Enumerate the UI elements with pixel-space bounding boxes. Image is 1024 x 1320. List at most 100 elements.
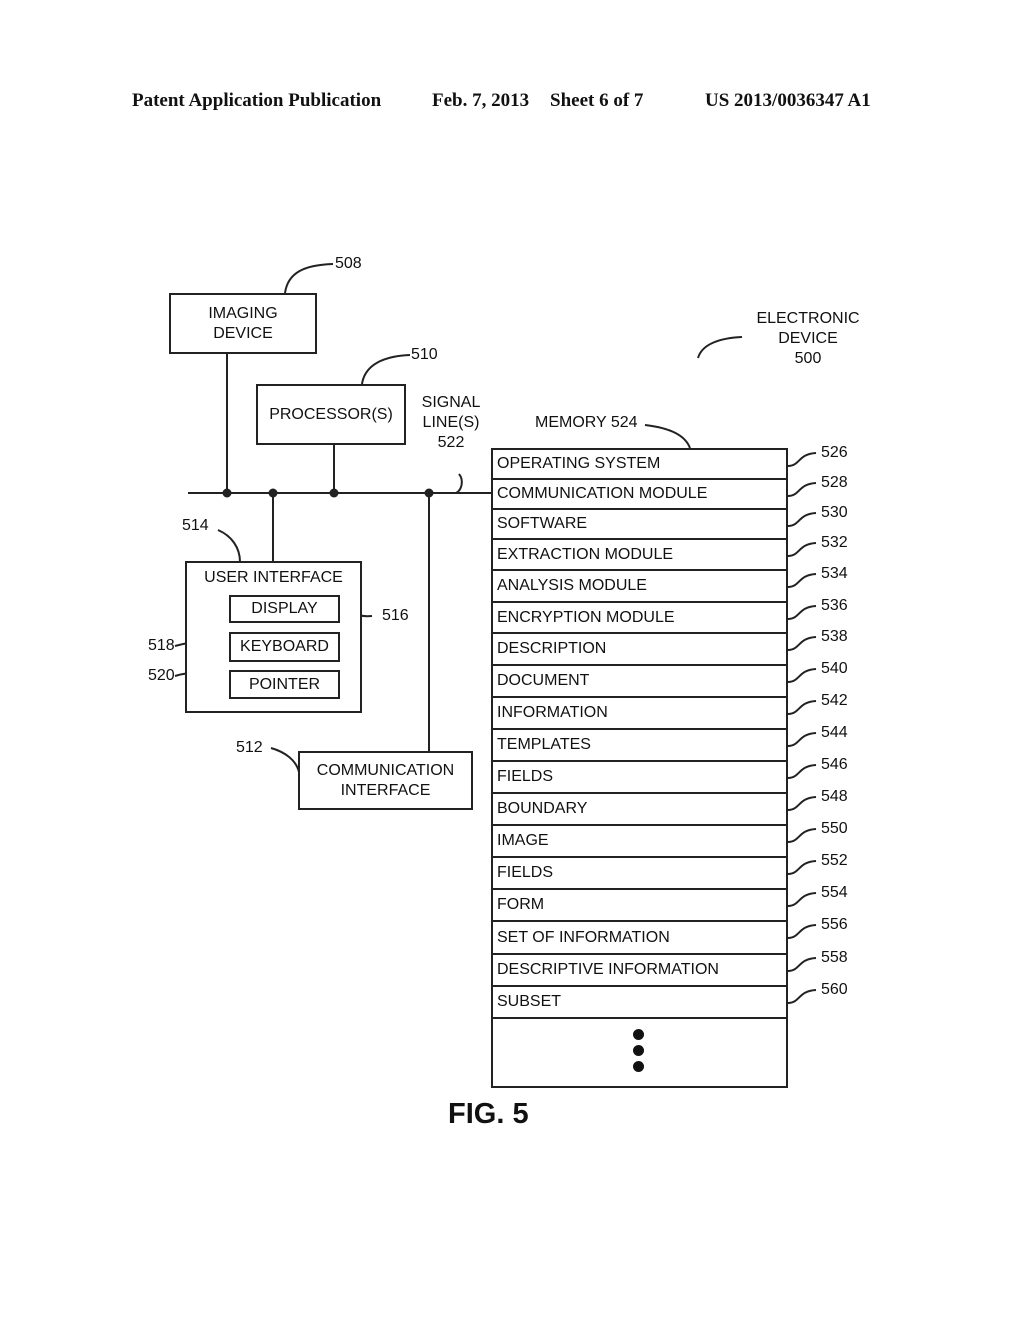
memory-row-ref: 536	[821, 597, 848, 614]
memory-row: FIELDS	[493, 762, 786, 794]
memory-row-ref: 558	[821, 949, 848, 966]
memory-row-label: DESCRIPTION	[497, 640, 607, 657]
ref-522: 522	[437, 434, 465, 451]
processor-box: PROCESSOR(S)	[256, 384, 406, 445]
memory-row-ref: 534	[821, 565, 848, 582]
memory-row-ref: 528	[821, 474, 848, 491]
memory-row-ref: 538	[821, 628, 848, 645]
memory-row-leader	[787, 482, 817, 497]
pointer-box: POINTER	[229, 670, 340, 699]
junction-dot	[268, 488, 278, 498]
pointer-label: POINTER	[248, 676, 321, 693]
figure-label: FIG. 5	[448, 1098, 529, 1130]
memory-row-label: IMAGE	[497, 832, 549, 849]
ref-508: 508	[335, 255, 362, 272]
memory-row-leader	[787, 989, 817, 1004]
memory-row-leader	[787, 700, 817, 715]
memory-row-ref: 542	[821, 692, 848, 709]
memory-row-leader	[787, 636, 817, 651]
memory-row-leader	[787, 512, 817, 527]
signal-label-2: LINE(S)	[422, 414, 480, 431]
leader-514	[217, 529, 241, 563]
memory-row-label: ENCRYPTION MODULE	[497, 608, 675, 626]
memory-row: SOFTWARE	[493, 510, 786, 540]
leader-512	[270, 747, 300, 773]
ref-512: 512	[236, 739, 263, 756]
memory-row: DESCRIPTION	[493, 634, 786, 666]
memory-row-ref: 548	[821, 788, 848, 805]
memory-row-leader	[787, 860, 817, 875]
imaging-device-box: IMAGING DEVICE	[169, 293, 317, 354]
comm-interface-label-2: INTERFACE	[340, 782, 431, 799]
memory-row: IMAGE	[493, 826, 786, 858]
memory-row-label: COMMUNICATION MODULE	[497, 485, 708, 502]
ref-520: 520	[148, 667, 175, 684]
memory-row-ref: 552	[821, 852, 848, 869]
signal-lines-label: SIGNAL LINE(S) 522	[421, 393, 481, 453]
memory-row-ref: 540	[821, 660, 848, 677]
ref-516: 516	[382, 607, 409, 624]
memory-row-ref: 560	[821, 981, 848, 998]
memory-row-leader	[787, 828, 817, 843]
memory-row: EXTRACTION MODULE	[493, 540, 786, 571]
memory-row-leader	[787, 957, 817, 972]
communication-interface-box: COMMUNICATION INTERFACE	[298, 751, 473, 810]
memory-row-label: DOCUMENT	[497, 672, 590, 689]
memory-row-label: SET OF INFORMATION	[497, 928, 670, 946]
leader-500	[697, 336, 743, 359]
leader-524	[644, 424, 691, 449]
memory-row-label: FIELDS	[497, 768, 554, 785]
memory-row-leader	[787, 668, 817, 683]
junction-dot	[424, 488, 434, 498]
keyboard-box: KEYBOARD	[229, 632, 340, 662]
imaging-device-label-2: DEVICE	[213, 325, 273, 342]
memory-row-leader	[787, 892, 817, 907]
processor-label: PROCESSOR(S)	[269, 406, 393, 423]
memory-row-label: BOUNDARY	[497, 800, 588, 817]
memory-row-label: SOFTWARE	[497, 515, 588, 532]
junction-dot	[222, 488, 232, 498]
memory-row: OPERATING SYSTEM	[493, 450, 786, 480]
memory-label: MEMORY 524	[535, 414, 638, 431]
memory-row-label: INFORMATION	[497, 704, 608, 721]
memory-row-label: SUBSET	[497, 993, 562, 1010]
memory-row: SUBSET	[493, 987, 786, 1019]
memory-row-leader	[787, 796, 817, 811]
user-interface-box: USER INTERFACE DISPLAY KEYBOARD POINTER	[185, 561, 362, 713]
ref-518: 518	[148, 637, 175, 654]
memory-row-label: ANALYSIS MODULE	[497, 577, 647, 594]
memory-row: INFORMATION	[493, 698, 786, 730]
memory-row: SET OF INFORMATION	[493, 922, 786, 955]
memory-row: BOUNDARY	[493, 794, 786, 826]
ref-500: 500	[794, 350, 822, 367]
memory-row-ref: 554	[821, 884, 848, 901]
memory-row: FIELDS	[493, 858, 786, 890]
leader-522	[455, 473, 463, 494]
device-label-2: DEVICE	[778, 330, 838, 347]
memory-row-leader	[787, 452, 817, 467]
memory-row-ref: 550	[821, 820, 848, 837]
memory-row-ref: 526	[821, 444, 848, 461]
memory-row-label: OPERATING SYSTEM	[497, 455, 661, 472]
memory-row: DESCRIPTIVE INFORMATION	[493, 955, 786, 987]
memory-row: ANALYSIS MODULE	[493, 571, 786, 603]
electronic-device-label: ELECTRONIC DEVICE 500	[748, 309, 868, 369]
memory-row-label: FIELDS	[497, 864, 554, 881]
memory-row-ref: 556	[821, 916, 848, 933]
memory-row-ref: 530	[821, 504, 848, 521]
memory-row-leader	[787, 542, 817, 557]
memory-row-ref: 546	[821, 756, 848, 773]
display-box: DISPLAY	[229, 595, 340, 623]
junction-dot	[329, 488, 339, 498]
ref-510: 510	[411, 346, 438, 363]
memory-row: TEMPLATES	[493, 730, 786, 762]
memory-row-leader	[787, 764, 817, 779]
comm-interface-label-1: COMMUNICATION	[316, 762, 455, 779]
ref-514: 514	[182, 517, 209, 534]
imaging-device-label-1: IMAGING	[208, 305, 278, 322]
memory-row-leader	[787, 605, 817, 620]
memory-row-label: TEMPLATES	[497, 736, 591, 753]
memory-row: FORM	[493, 890, 786, 922]
memory-box: OPERATING SYSTEM COMMUNICATION MODULE SOFT…	[491, 448, 788, 1088]
memory-row-leader	[787, 573, 817, 588]
